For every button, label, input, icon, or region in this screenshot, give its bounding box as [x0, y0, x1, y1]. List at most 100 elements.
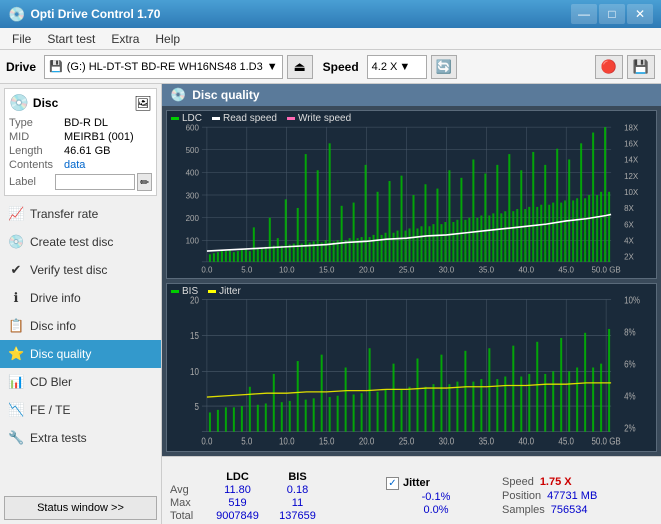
- speed-select[interactable]: 4.2 X ▼: [367, 55, 427, 79]
- svg-text:40.0: 40.0: [519, 436, 535, 447]
- nav-transfer-rate[interactable]: 📈 Transfer rate: [0, 200, 161, 228]
- ldc-header: LDC: [205, 471, 270, 483]
- nav-cd-bler[interactable]: 📊 CD Bler: [0, 368, 161, 396]
- toolbar-btn-1[interactable]: 🔴: [595, 55, 623, 79]
- nav-extra-tests-label: Extra tests: [30, 431, 87, 445]
- nav-drive-info-label: Drive info: [30, 291, 81, 305]
- legend-write-speed: Write speed: [287, 113, 351, 124]
- svg-text:12X: 12X: [624, 171, 639, 181]
- total-ldc: 9007849: [205, 510, 270, 522]
- svg-text:10.0: 10.0: [279, 264, 295, 274]
- svg-text:2X: 2X: [624, 251, 634, 261]
- bottom-stats: LDC BIS Avg 11.80 0.18 Max 519 11 Tota: [162, 456, 661, 524]
- disc-contents-label: Contents: [9, 159, 64, 171]
- svg-text:35.0: 35.0: [479, 436, 495, 447]
- svg-text:8%: 8%: [624, 326, 636, 337]
- toolbar: Drive 💾 (G:) HL-DT-ST BD-RE WH16NS48 1.D…: [0, 50, 661, 84]
- disc-quality-icon: ⭐: [8, 346, 24, 362]
- svg-text:2%: 2%: [624, 423, 636, 434]
- svg-text:20.0: 20.0: [359, 264, 375, 274]
- drive-info-icon: ℹ: [8, 290, 24, 306]
- svg-text:30.0: 30.0: [439, 436, 455, 447]
- minimize-button[interactable]: —: [571, 4, 597, 24]
- nav-disc-info[interactable]: 📋 Disc info: [0, 312, 161, 340]
- refresh-button[interactable]: 🔄: [431, 55, 457, 79]
- nav-create-test-disc[interactable]: 💿 Create test disc: [0, 228, 161, 256]
- legend-write-speed-label: Write speed: [298, 113, 351, 124]
- avg-ldc: 11.80: [205, 484, 270, 496]
- nav-create-test-disc-label: Create test disc: [30, 235, 113, 249]
- disc-mid-label: MID: [9, 131, 64, 143]
- toolbar-btn-2[interactable]: 💾: [627, 55, 655, 79]
- speed-info-label: Speed: [502, 476, 534, 488]
- svg-text:200: 200: [186, 213, 200, 223]
- verify-test-disc-icon: ✔: [8, 262, 24, 278]
- maximize-button[interactable]: □: [599, 4, 625, 24]
- app-title: Opti Drive Control 1.70: [30, 7, 571, 21]
- nav-verify-test-disc[interactable]: ✔ Verify test disc: [0, 256, 161, 284]
- disc-length-value: 46.61 GB: [64, 145, 110, 157]
- speed-value: 4.2 X: [372, 61, 398, 73]
- svg-text:500: 500: [186, 145, 200, 155]
- disc-image-button[interactable]: 🖼: [134, 95, 152, 112]
- content-header-icon: 💿: [170, 87, 186, 103]
- legend-jitter-label: Jitter: [219, 286, 241, 297]
- nav-extra-tests[interactable]: 🔧 Extra tests: [0, 424, 161, 452]
- close-button[interactable]: ✕: [627, 4, 653, 24]
- top-chart-svg: 600 500 400 300 200 100 18X 16X 14X 12X …: [167, 111, 656, 278]
- legend-bis: BIS: [171, 286, 198, 297]
- fe-te-icon: 📉: [8, 402, 24, 418]
- svg-text:300: 300: [186, 190, 200, 200]
- menu-help[interactable]: Help: [147, 30, 188, 48]
- title-bar: 💿 Opti Drive Control 1.70 — □ ✕: [0, 0, 661, 28]
- legend-jitter: Jitter: [208, 286, 241, 297]
- disc-label-key: Label: [9, 176, 53, 188]
- svg-text:6%: 6%: [624, 359, 636, 370]
- nav-disc-quality[interactable]: ⭐ Disc quality: [0, 340, 161, 368]
- jitter-max: 0.0%: [386, 504, 486, 516]
- disc-mid-value: MEIRB1 (001): [64, 131, 134, 143]
- charts-container: LDC Read speed Write speed: [162, 106, 661, 456]
- disc-label-input[interactable]: [55, 174, 135, 190]
- drive-value: (G:) HL-DT-ST BD-RE WH16NS48 1.D3: [67, 61, 263, 73]
- disc-panel-icon: 💿: [9, 93, 29, 113]
- position-label: Position: [502, 490, 541, 502]
- drive-label: Drive: [6, 60, 36, 74]
- content-area: 💿 Disc quality LDC Read speed: [162, 84, 661, 524]
- nav-disc-quality-label: Disc quality: [30, 347, 91, 361]
- svg-text:25.0: 25.0: [399, 436, 415, 447]
- svg-text:4%: 4%: [624, 391, 636, 402]
- check-mark: ✓: [388, 478, 396, 489]
- svg-text:0.0: 0.0: [201, 264, 212, 274]
- svg-text:100: 100: [186, 235, 200, 245]
- disc-contents-value[interactable]: data: [64, 159, 85, 171]
- nav-fe-te[interactable]: 📉 FE / TE: [0, 396, 161, 424]
- svg-text:5: 5: [194, 401, 198, 412]
- legend-read-speed-label: Read speed: [223, 113, 277, 124]
- jitter-checkbox-row: ✓ Jitter: [386, 477, 486, 490]
- status-window-button[interactable]: Status window >>: [4, 496, 157, 520]
- drive-select[interactable]: 💾 (G:) HL-DT-ST BD-RE WH16NS48 1.D3 ▼: [44, 55, 283, 79]
- svg-text:35.0: 35.0: [479, 264, 495, 274]
- jitter-checkbox[interactable]: ✓: [386, 477, 399, 490]
- menu-extra[interactable]: Extra: [103, 30, 147, 48]
- nav-drive-info[interactable]: ℹ Drive info: [0, 284, 161, 312]
- content-header: 💿 Disc quality: [162, 84, 661, 106]
- disc-info-icon: 📋: [8, 318, 24, 334]
- disc-label-row: Label ✏: [9, 173, 152, 191]
- menu-file[interactable]: File: [4, 30, 39, 48]
- stats-top-row: LDC BIS Avg 11.80 0.18 Max 519 11 Tota: [170, 461, 653, 524]
- avg-bis: 0.18: [270, 484, 325, 496]
- speed-label: Speed: [323, 60, 359, 74]
- menu-start-test[interactable]: Start test: [39, 30, 103, 48]
- eject-button[interactable]: ⏏: [287, 55, 313, 79]
- svg-text:18X: 18X: [624, 122, 639, 132]
- svg-text:15.0: 15.0: [319, 436, 335, 447]
- nav-items: 📈 Transfer rate 💿 Create test disc ✔ Ver…: [0, 200, 161, 452]
- bottom-chart-svg: 20 15 10 5 10% 8% 6% 4% 2% 0.0 5.0 10.0 …: [167, 284, 656, 451]
- top-chart-legend: LDC Read speed Write speed: [171, 113, 351, 124]
- legend-ldc: LDC: [171, 113, 202, 124]
- app-icon: 💿: [8, 6, 25, 23]
- svg-text:10X: 10X: [624, 187, 639, 197]
- disc-label-button[interactable]: ✏: [137, 173, 152, 191]
